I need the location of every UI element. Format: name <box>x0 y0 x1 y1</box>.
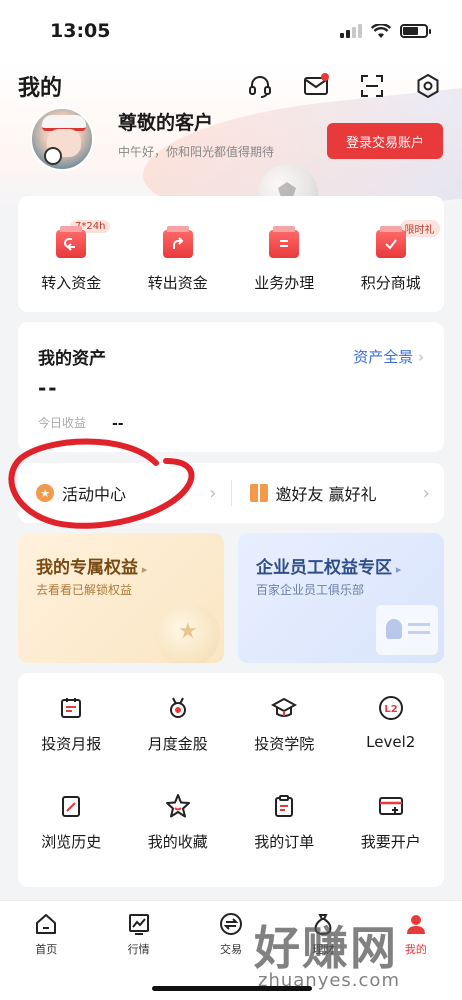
history-icon <box>58 793 84 819</box>
invite-friends-label: 邀好友 赢好礼 <box>275 485 377 504</box>
wealth-icon <box>310 911 336 937</box>
tab-profile[interactable]: 我的 <box>370 911 462 1000</box>
business-icon <box>269 226 300 258</box>
svg-text:L2: L2 <box>384 704 397 715</box>
today-profit-label: 今日收益 <box>38 416 87 430</box>
chevron-right-icon: › <box>422 482 430 504</box>
tool-label: 月度金股 <box>147 735 208 753</box>
page-title: 我的 <box>18 76 63 101</box>
quick-action-label: 转出资金 <box>147 274 208 292</box>
tool-label: 投资月报 <box>41 735 102 753</box>
star-icon <box>165 793 191 819</box>
promo-title: 企业员工权益专区 <box>256 553 401 578</box>
tab-label: 首页 <box>35 943 58 956</box>
star-badge-icon: ★ <box>36 484 54 502</box>
employee-benefits-card[interactable]: 企业员工权益专区 百家企业员工俱乐部 <box>238 533 444 663</box>
home-icon <box>33 911 59 937</box>
cellular-signal-icon <box>340 24 362 38</box>
exclusive-benefits-card[interactable]: 我的专属权益 去看看已解锁权益 <box>18 533 224 663</box>
tool-label: 浏览历史 <box>41 833 102 851</box>
trade-icon <box>218 911 244 937</box>
tool-label: 我的收藏 <box>147 833 208 851</box>
tools-card: 投资月报 月度金股 投资学院 L2 Level2 浏览历史 我的收藏 我的订单 … <box>18 673 444 887</box>
tool-open-account[interactable]: 我要开户 <box>338 793 445 891</box>
tool-investment-report[interactable]: 投资月报 <box>18 695 125 793</box>
wifi-icon <box>371 23 391 38</box>
settings-gear-icon[interactable] <box>412 70 444 102</box>
tab-label: 我的 <box>404 943 427 956</box>
promo-subtitle: 百家企业员工俱乐部 <box>256 583 365 597</box>
medal-icon <box>165 695 191 721</box>
bottom-tab-bar: 首页 行情 交易 理财 我的 <box>0 900 462 1000</box>
login-trading-account-button[interactable]: 登录交易账户 <box>327 123 443 159</box>
open-account-icon <box>378 793 404 819</box>
tool-label: 投资学院 <box>254 735 315 753</box>
id-card-icon <box>376 605 438 655</box>
tool-monthly-stocks[interactable]: 月度金股 <box>125 695 232 793</box>
home-indicator[interactable] <box>152 986 312 991</box>
scan-icon[interactable] <box>356 70 388 102</box>
points-mall-icon <box>375 226 406 258</box>
assets-title: 我的资产 <box>38 349 106 369</box>
greeting-text: 中午好，你和阳光都值得期待 <box>118 145 275 159</box>
header-actions <box>244 70 444 102</box>
battery-icon <box>400 24 431 38</box>
status-time: 13:05 <box>50 20 111 42</box>
tool-investment-academy[interactable]: 投资学院 <box>231 695 338 793</box>
calendar-report-icon <box>58 695 84 721</box>
quick-action-label: 业务办理 <box>254 274 315 292</box>
promo-subtitle: 去看看已解锁权益 <box>36 583 133 597</box>
chevron-right-icon: › <box>209 482 217 504</box>
clipboard-icon <box>271 793 297 819</box>
invite-friends-entry[interactable]: 邀好友 赢好礼 › <box>232 463 445 523</box>
profile-icon <box>403 911 429 937</box>
asset-overview-link[interactable]: 资产全景 <box>353 346 424 367</box>
quick-action-label: 转入资金 <box>41 274 102 292</box>
tool-level2[interactable]: L2 Level2 <box>338 695 445 793</box>
customer-service-headset-icon[interactable] <box>244 70 276 102</box>
today-profit-value: -- <box>112 416 124 432</box>
tab-label: 交易 <box>220 943 243 956</box>
quick-action-business[interactable]: 业务办理 <box>231 196 338 312</box>
tool-my-orders[interactable]: 我的订单 <box>231 793 338 891</box>
avatar[interactable] <box>30 107 94 171</box>
user-name: 尊敬的客户 <box>118 112 214 134</box>
transfer-in-icon <box>56 226 87 258</box>
tool-favorites[interactable]: 我的收藏 <box>125 793 232 891</box>
my-assets-card[interactable]: 我的资产 资产全景 -- 今日收益 -- <box>18 322 444 452</box>
activity-center-entry[interactable]: ★ 活动中心 › <box>18 463 231 523</box>
quick-action-points-mall[interactable]: 限时礼 积分商城 <box>338 196 445 312</box>
coin-icon <box>156 603 220 663</box>
tab-label: 行情 <box>127 943 150 956</box>
tool-label: 我要开户 <box>360 833 421 851</box>
market-chart-icon <box>126 911 152 937</box>
level2-icon: L2 <box>378 695 404 721</box>
quick-action-transfer-out[interactable]: 转出资金 <box>125 196 232 312</box>
quick-action-transfer-in[interactable]: 7*24h 转入资金 <box>18 196 125 312</box>
message-envelope-icon[interactable] <box>300 70 332 102</box>
total-assets-value: -- <box>38 376 59 400</box>
activity-center-label: 活动中心 <box>62 485 127 504</box>
transfer-out-icon <box>162 226 193 258</box>
tool-label: 我的订单 <box>254 833 315 851</box>
quick-action-label: 积分商城 <box>360 274 421 292</box>
status-icons <box>340 23 431 39</box>
tab-home[interactable]: 首页 <box>0 911 92 1000</box>
status-bar: 13:05 <box>0 0 462 62</box>
quick-actions-card: 7*24h 转入资金 转出资金 业务办理 限时礼 积分商城 <box>18 196 444 312</box>
activities-card: ★ 活动中心 › 邀好友 赢好礼 › <box>18 463 444 523</box>
tool-browse-history[interactable]: 浏览历史 <box>18 793 125 891</box>
unread-dot <box>321 73 329 81</box>
tool-label: Level2 <box>366 733 416 751</box>
tab-label: 理财 <box>312 943 335 956</box>
promo-title: 我的专属权益 <box>36 553 147 578</box>
gift-icon <box>249 484 268 502</box>
graduation-cap-icon <box>271 695 298 721</box>
